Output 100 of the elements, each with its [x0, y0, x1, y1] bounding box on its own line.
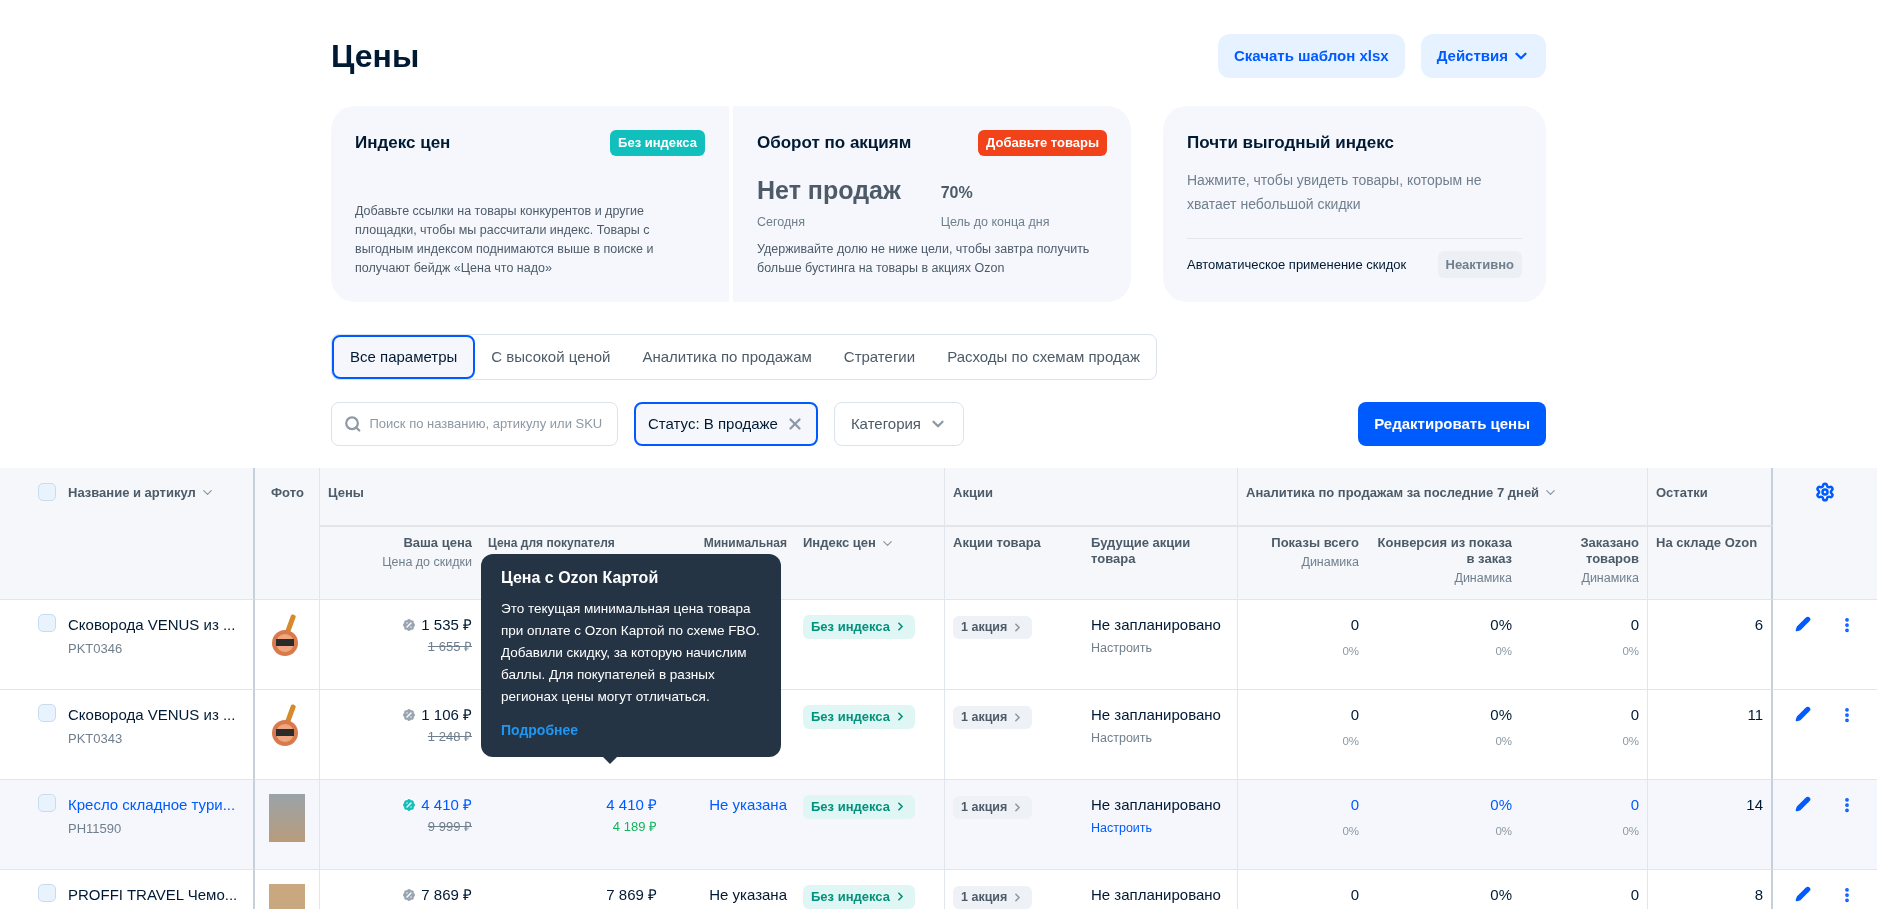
metric-value: 0	[1350, 705, 1359, 725]
buyer-price: 4 410 ₽	[606, 795, 657, 815]
checkbox[interactable]	[38, 483, 56, 501]
column-header: Цена для покупателя	[488, 535, 615, 551]
metric-value: 0	[1350, 885, 1359, 905]
column-header[interactable]: Индекс цен	[803, 535, 895, 551]
column-subheader: Динамика	[1301, 554, 1359, 571]
goal-value: 70%	[940, 183, 974, 203]
column-header: Фото	[271, 485, 304, 500]
metric-value: 0%	[1490, 795, 1512, 815]
product-name[interactable]: PROFFI TRAVEL Чемо...	[68, 884, 238, 907]
edit-icon[interactable]	[1794, 796, 1811, 812]
configure-link[interactable]: Настроить	[1091, 818, 1229, 838]
action-badge[interactable]: Добавьте товары	[978, 130, 1107, 156]
search-icon	[344, 415, 362, 433]
more-link[interactable]: Подробнее	[501, 720, 761, 741]
column-header: Акции товара	[953, 535, 1041, 551]
index-badge[interactable]: Без индекса	[803, 705, 915, 729]
edit-icon[interactable]	[1794, 886, 1811, 902]
settings-icon[interactable]	[1815, 482, 1835, 502]
your-price: 7 869 ₽	[421, 885, 472, 905]
future-promo-status: Не запланировано	[1091, 615, 1222, 635]
old-price: 1 248 ₽	[427, 727, 472, 746]
metric-value: 0	[1630, 615, 1639, 635]
index-badge[interactable]: Без индекса	[803, 885, 915, 909]
checkbox[interactable]	[38, 794, 56, 812]
status-filter[interactable]: Статус: В продаже	[634, 402, 818, 446]
column-header: Ваша цена	[403, 535, 472, 551]
configure-link[interactable]: Настроить	[1091, 728, 1229, 748]
product-name[interactable]: Кресло складное тури...	[68, 794, 236, 817]
card-description: Нажмите, чтобы увидеть товары, которым не хватает небольшой скидки	[1187, 170, 1483, 214]
product-name[interactable]: Сковорода VENUS из ...	[68, 614, 236, 637]
card-title: Оборот по акциям	[757, 132, 912, 154]
photo-placeholder	[269, 884, 305, 909]
column-group-header: Остатки	[1656, 485, 1708, 500]
metric-dynamics: 0%	[1342, 643, 1359, 659]
metric-value: 0	[1630, 705, 1639, 725]
stock-value: 6	[1754, 615, 1763, 635]
promo-badge[interactable]: 1 акция	[953, 616, 1033, 639]
old-price: 9 999 ₽	[427, 817, 472, 836]
your-price: 4 410 ₽	[421, 795, 472, 815]
card-title: Индекс цен	[355, 132, 451, 154]
tab[interactable]: Все параметры	[332, 335, 476, 379]
column-header[interactable]: Название и артикул	[68, 483, 215, 503]
your-price: 1 535 ₽	[421, 615, 472, 635]
metric-dynamics: 0%	[1622, 643, 1639, 659]
header-button[interactable]: Скачать шаблон xlsx	[1217, 34, 1405, 78]
tab[interactable]: Расходы по схемам продаж	[931, 335, 1157, 379]
tab[interactable]: С высокой ценой	[475, 335, 627, 379]
almost-index-card[interactable]: Почти выгодный индекс Нажмите, чтобы увидеть товары, которым не хватает небольшой скидки Автоматическое применение скидок Неактивно	[1163, 106, 1546, 302]
auto-discount-label: Автоматическое применение скидок	[1187, 255, 1407, 274]
product-name[interactable]: Сковорода VENUS из ...	[68, 704, 236, 727]
metric-dynamics: 0%	[1622, 733, 1639, 749]
card-title: Почти выгодный индекс	[1187, 132, 1395, 154]
metric-dynamics: 0%	[1495, 733, 1512, 749]
metric-value: 0%	[1490, 885, 1512, 905]
page-title: Цены	[331, 37, 420, 76]
card-price: 4 189 ₽	[612, 817, 657, 836]
tab[interactable]: Стратегии	[827, 335, 932, 379]
metric-dynamics: 0%	[1342, 823, 1359, 839]
product-sku: PKT0346	[68, 639, 124, 658]
status-badge: Без индекса	[610, 130, 705, 156]
column-header: Заказано товаров	[1579, 535, 1639, 567]
checkbox[interactable]	[38, 614, 56, 632]
edit-prices-button[interactable]: Редактировать цены	[1358, 402, 1546, 446]
column-header: Показы всего	[1271, 535, 1359, 551]
column-subheader: Динамика	[1454, 570, 1512, 587]
promo-badge[interactable]: 1 акция	[953, 796, 1033, 819]
search-field[interactable]: Поиск по названию, артикулу или SKU	[331, 402, 618, 446]
column-subheader: Динамика	[1581, 570, 1639, 587]
index-badge[interactable]: Без индекса	[803, 795, 915, 819]
edit-icon[interactable]	[1794, 616, 1811, 632]
future-promo-status: Не запланировано	[1091, 705, 1222, 725]
edit-icon[interactable]	[1794, 706, 1811, 722]
checkbox[interactable]	[38, 884, 56, 902]
value-caption: Сегодня	[757, 214, 806, 231]
metric-value: 0%	[1490, 615, 1512, 635]
checkbox[interactable]	[38, 704, 56, 722]
tab[interactable]: Аналитика по продажам	[626, 335, 828, 379]
configure-link[interactable]: Настроить	[1091, 638, 1229, 658]
photo-placeholder	[269, 794, 305, 842]
index-badge[interactable]: Без индекса	[803, 615, 915, 639]
min-price[interactable]: Не указана	[709, 884, 787, 909]
promo-badge[interactable]: 1 акция	[953, 706, 1033, 729]
old-price: 1 655 ₽	[427, 637, 472, 656]
column-header: На складе Ozon	[1656, 535, 1758, 551]
status-badge: Неактивно	[1437, 250, 1522, 278]
product-sku: PH11590	[68, 819, 123, 838]
column-group-header: Акции	[953, 485, 993, 500]
category-filter[interactable]: Категория	[833, 402, 964, 446]
buyer-price: 7 869 ₽	[606, 885, 657, 905]
header-button[interactable]: Действия	[1420, 34, 1546, 78]
metric-dynamics: 0%	[1495, 643, 1512, 659]
column-subheader: Цена до скидки	[382, 554, 472, 571]
stock-value: 14	[1746, 795, 1763, 815]
search-input[interactable]: Поиск по названию, артикулу или SKU	[369, 414, 605, 434]
goal-caption: Цель до конца дня	[940, 214, 1050, 231]
column-group-header: Цены	[328, 485, 364, 500]
future-promo-status: Не запланировано	[1091, 795, 1222, 815]
promo-badge[interactable]: 1 акция	[953, 886, 1033, 909]
